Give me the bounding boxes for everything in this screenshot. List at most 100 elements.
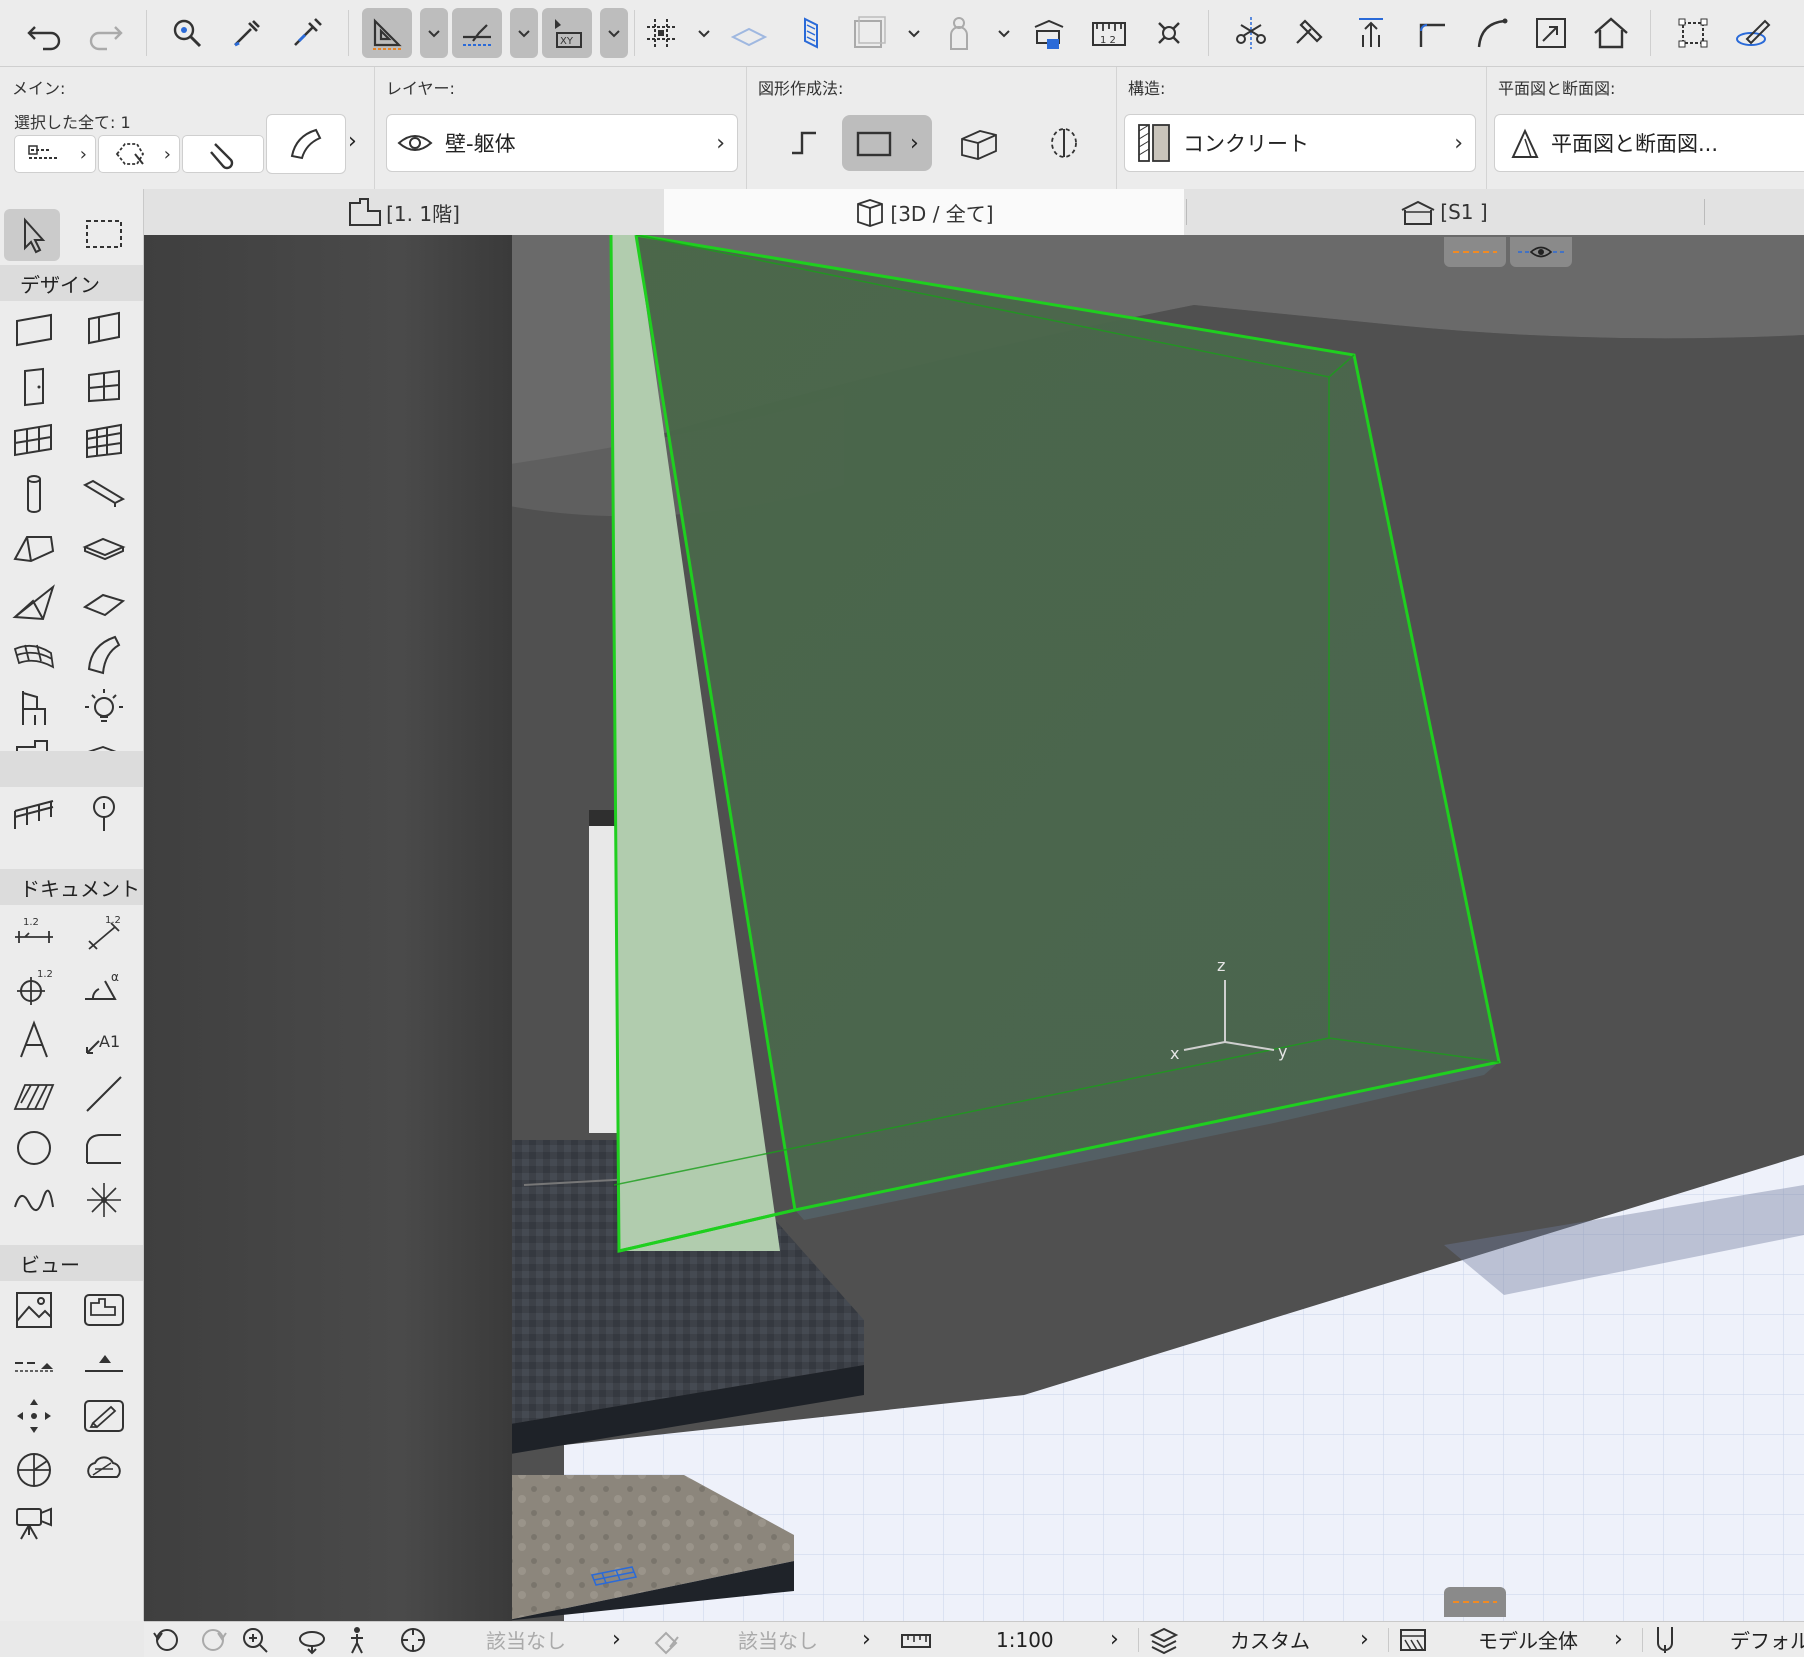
plan-section-settings-button[interactable]: 平面図と断面図... bbox=[1494, 114, 1804, 172]
arrow-tool[interactable] bbox=[4, 209, 60, 261]
chevron-right-icon[interactable]: › bbox=[612, 1622, 621, 1657]
radial-dimension-tool[interactable]: 1.2 bbox=[76, 909, 132, 959]
rectangle-method-button[interactable]: › bbox=[842, 115, 932, 171]
plane-icon[interactable] bbox=[724, 8, 774, 58]
guide-toggle-button[interactable] bbox=[1444, 237, 1506, 267]
arc-tool[interactable] bbox=[6, 1123, 62, 1173]
fillet-icon[interactable] bbox=[1406, 8, 1456, 58]
undo-icon[interactable] bbox=[20, 8, 70, 58]
coordinate-input-icon[interactable]: XY bbox=[542, 8, 592, 58]
shell-tool[interactable] bbox=[6, 577, 62, 627]
line-tool[interactable] bbox=[76, 1069, 132, 1119]
lamp-tool[interactable] bbox=[76, 683, 132, 733]
measure-icon[interactable]: 1 2 bbox=[1084, 8, 1134, 58]
undo-zoom-icon[interactable] bbox=[150, 1622, 184, 1657]
renovation-icon[interactable] bbox=[1024, 8, 1074, 58]
skylight-tool[interactable] bbox=[76, 787, 132, 837]
snap-points-dropdown[interactable] bbox=[510, 8, 538, 58]
snap-points-icon[interactable] bbox=[452, 8, 502, 58]
tab-3d-view[interactable]: [3D / 全て] bbox=[664, 189, 1184, 235]
graphic-override-icon[interactable] bbox=[652, 1622, 682, 1657]
edit-plane-icon[interactable] bbox=[1728, 8, 1778, 58]
roof-tool[interactable] bbox=[6, 523, 62, 573]
magic-wand-button[interactable] bbox=[182, 135, 264, 173]
geometry-selector[interactable]: › bbox=[98, 135, 180, 173]
window-tool[interactable] bbox=[76, 361, 132, 411]
chevron-right-icon[interactable]: › bbox=[862, 1622, 871, 1657]
text-tool[interactable] bbox=[6, 1015, 62, 1065]
detail-tool[interactable] bbox=[76, 1391, 132, 1441]
wall-tool[interactable] bbox=[6, 305, 62, 355]
curve-edit-icon[interactable] bbox=[1466, 8, 1516, 58]
railing-tool[interactable] bbox=[6, 787, 62, 837]
suspend-groups-icon[interactable] bbox=[1144, 8, 1194, 58]
chevron-right-icon[interactable]: › bbox=[1614, 1622, 1623, 1657]
find-select-icon[interactable] bbox=[162, 8, 212, 58]
marquee-dropdown[interactable] bbox=[900, 8, 928, 58]
syringe-icon[interactable] bbox=[282, 8, 332, 58]
straight-method-button[interactable] bbox=[776, 115, 832, 171]
eyedropper-icon[interactable] bbox=[222, 8, 272, 58]
person-dropdown[interactable] bbox=[990, 8, 1018, 58]
elevation-tool[interactable] bbox=[76, 1339, 132, 1389]
polyline-tool[interactable] bbox=[76, 1123, 132, 1173]
chevron-right-icon[interactable]: › bbox=[1360, 1622, 1369, 1657]
coordinate-input-dropdown[interactable] bbox=[600, 8, 628, 58]
interior-elevation-tool[interactable] bbox=[6, 1391, 62, 1441]
fit-in-window-icon[interactable] bbox=[398, 1622, 428, 1657]
curtain-grid-tool[interactable] bbox=[6, 415, 62, 465]
wall-end-tool[interactable] bbox=[76, 1445, 132, 1495]
walk-icon[interactable] bbox=[344, 1622, 370, 1657]
wall-type-button[interactable] bbox=[266, 114, 346, 174]
fill-tool[interactable] bbox=[6, 1069, 62, 1119]
group-view[interactable]: ビュー bbox=[0, 1245, 143, 1281]
spline-tool[interactable] bbox=[6, 1175, 62, 1225]
split-icon[interactable] bbox=[1226, 8, 1276, 58]
3d-scene[interactable]: z x y bbox=[144, 235, 1804, 1621]
person-icon[interactable] bbox=[934, 8, 984, 58]
level-dimension-tool[interactable]: 1.2 bbox=[6, 961, 62, 1011]
mesh-tool[interactable] bbox=[6, 629, 62, 679]
chevron-right-icon[interactable]: › bbox=[1110, 1622, 1119, 1657]
beam-tool[interactable] bbox=[76, 469, 132, 519]
layer-combo-icon[interactable] bbox=[1148, 1622, 1180, 1657]
adjust-icon[interactable] bbox=[1286, 8, 1336, 58]
label-tool[interactable]: A1 bbox=[76, 1015, 132, 1065]
box-method-button[interactable] bbox=[950, 115, 1006, 171]
3d-viewport[interactable]: z x y bbox=[144, 235, 1804, 1621]
orbit-icon[interactable] bbox=[296, 1622, 328, 1657]
scale-value[interactable]: 1:100 bbox=[996, 1622, 1054, 1657]
marquee-tool[interactable] bbox=[76, 209, 132, 259]
section-tool[interactable] bbox=[6, 1339, 62, 1389]
group-design[interactable]: デザイン bbox=[0, 265, 143, 301]
layer-combination[interactable]: カスタム bbox=[1230, 1622, 1310, 1657]
hotspot-tool[interactable] bbox=[76, 1175, 132, 1225]
figure-tool[interactable] bbox=[6, 1285, 62, 1335]
redo-icon[interactable] bbox=[80, 8, 130, 58]
tab-section[interactable]: [S1 ] bbox=[1184, 189, 1704, 235]
model-view-icon[interactable] bbox=[1398, 1622, 1428, 1657]
column-tool[interactable] bbox=[6, 469, 62, 519]
zoom-in-icon[interactable] bbox=[240, 1622, 270, 1657]
bottom-guide-toggle[interactable] bbox=[1444, 1587, 1506, 1617]
pen-set-icon[interactable] bbox=[1652, 1622, 1678, 1657]
section-marker-icon[interactable] bbox=[786, 8, 836, 58]
group-document[interactable]: ドキュメント bbox=[0, 869, 143, 905]
change-tool[interactable] bbox=[6, 1445, 62, 1495]
model-view-option[interactable]: モデル全体 bbox=[1478, 1622, 1578, 1657]
slab-tool[interactable] bbox=[76, 523, 132, 573]
guide-lines-dropdown[interactable] bbox=[420, 8, 448, 58]
grid-snap-dropdown[interactable] bbox=[690, 8, 718, 58]
guide-lines-icon[interactable] bbox=[362, 8, 412, 58]
redo-zoom-icon[interactable] bbox=[196, 1622, 230, 1657]
resize-icon[interactable] bbox=[1526, 8, 1576, 58]
scale-icon[interactable] bbox=[900, 1622, 932, 1657]
dimension-tool[interactable]: 1.2 bbox=[6, 909, 62, 959]
curtain-wall-tool[interactable] bbox=[76, 305, 132, 355]
layer-selector[interactable]: 壁-躯体 › bbox=[386, 114, 738, 172]
object-tool[interactable] bbox=[6, 683, 62, 733]
tab-floor-plan[interactable]: [1. 1階] bbox=[144, 189, 664, 235]
door-tool[interactable] bbox=[6, 361, 62, 411]
roof-icon[interactable] bbox=[1586, 8, 1636, 58]
morph-tool[interactable] bbox=[76, 577, 132, 627]
